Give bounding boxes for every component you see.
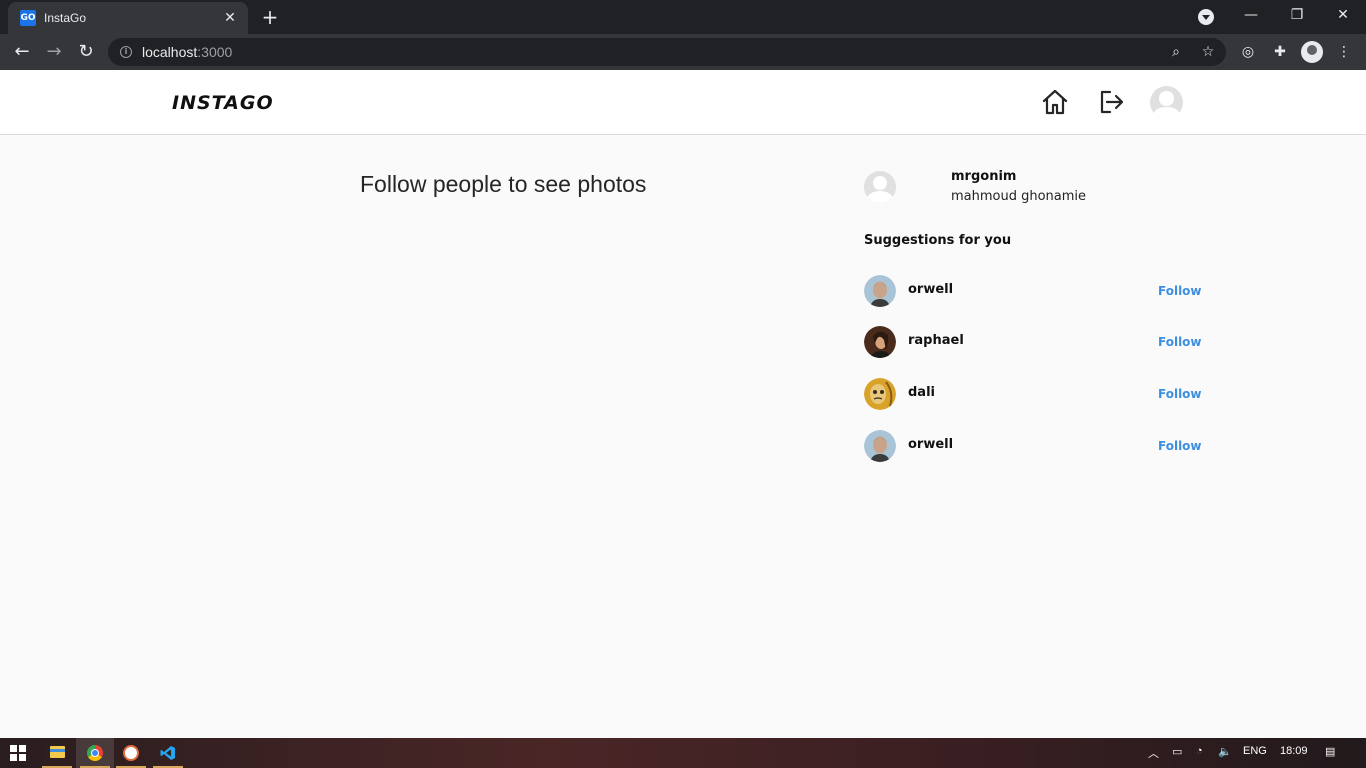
volume-icon[interactable]: 🔈 [1218,745,1232,758]
suggestion-avatar[interactable] [864,430,896,462]
vscode-icon[interactable] [149,738,187,768]
back-button[interactable]: ← [8,38,36,66]
extensions-puzzle-icon[interactable]: ✚ [1270,42,1290,62]
browser-titlebar: GO InstaGo ✕ + — ❐ ✕ [0,0,1366,34]
tab-close-icon[interactable]: ✕ [222,10,238,26]
url-host: localhost [142,44,198,60]
app-logo[interactable]: INSTAGO [172,92,274,114]
notifications-icon[interactable]: ▤ [1325,745,1335,758]
suggestion-avatar[interactable] [864,275,896,307]
suggestion-row: dali Follow [864,378,1204,412]
follow-button[interactable]: Follow [1158,335,1202,349]
app-header: INSTAGO [0,70,1366,135]
suggestion-row: orwell Follow [864,275,1204,309]
suggestion-avatar[interactable] [864,378,896,410]
tab-search-icon[interactable] [1198,9,1214,25]
windows-start-icon[interactable] [10,745,26,761]
reload-button[interactable]: ↻ [72,38,100,66]
follow-button[interactable]: Follow [1158,439,1202,453]
follow-button[interactable]: Follow [1158,387,1202,401]
empty-feed-message: Follow people to see photos [360,171,647,197]
browser-tab[interactable]: GO InstaGo ✕ [8,2,248,34]
browser-toolbar: ← → ↻ i localhost:3000 ⌕ ☆ ◎ ✚ ⋮ [0,34,1366,70]
minimize-button[interactable]: — [1228,0,1274,32]
restore-button[interactable]: ❐ [1274,0,1320,32]
site-info-icon[interactable]: i [120,46,132,58]
browser-menu-icon[interactable]: ⋮ [1334,42,1354,62]
current-user-fullname: mahmoud ghonamie [951,189,1087,204]
file-explorer-icon[interactable] [38,738,76,768]
forward-button[interactable]: → [40,38,68,66]
clock[interactable]: 18:09 [1280,745,1308,757]
profile-avatar[interactable] [1150,86,1183,119]
home-icon[interactable] [1040,87,1070,117]
browser-profile-avatar[interactable] [1301,41,1323,63]
extension-icon[interactable]: ◎ [1238,42,1258,62]
tab-favicon: GO [20,10,36,26]
current-user-username[interactable]: mrgonim [951,169,1016,184]
language-indicator[interactable]: ENG [1243,745,1267,757]
bookmark-star-icon[interactable]: ☆ [1198,42,1218,62]
logout-icon[interactable] [1096,87,1126,117]
suggestion-username[interactable]: raphael [908,333,964,348]
current-user-avatar[interactable] [864,171,896,203]
close-window-button[interactable]: ✕ [1320,0,1366,32]
new-tab-button[interactable]: + [258,6,282,30]
suggestion-row: raphael Follow [864,326,1204,360]
zoom-icon[interactable]: ⌕ [1166,42,1186,62]
suggestion-username[interactable]: orwell [908,437,953,452]
chrome-taskbar-icon[interactable] [76,738,114,768]
suggestion-row: orwell Follow [864,430,1204,464]
suggestions-title: Suggestions for you [864,233,1012,248]
address-bar[interactable]: i localhost:3000 ⌕ ☆ [108,38,1226,66]
windows-taskbar: ︿ ▭ ◔ 🔈 ENG 18:09 ▤ [0,738,1366,768]
suggestion-username[interactable]: orwell [908,282,953,297]
follow-button[interactable]: Follow [1158,284,1202,298]
tab-title: InstaGo [44,11,87,25]
network-icon[interactable]: ◔ [1196,745,1203,757]
suggestion-username[interactable]: dali [908,385,935,400]
battery-icon[interactable]: ▭ [1172,745,1182,758]
tray-chevron-icon[interactable]: ︿ [1148,745,1159,761]
suggestion-avatar[interactable] [864,326,896,358]
git-client-icon[interactable] [112,738,150,768]
url-port: :3000 [197,44,233,60]
